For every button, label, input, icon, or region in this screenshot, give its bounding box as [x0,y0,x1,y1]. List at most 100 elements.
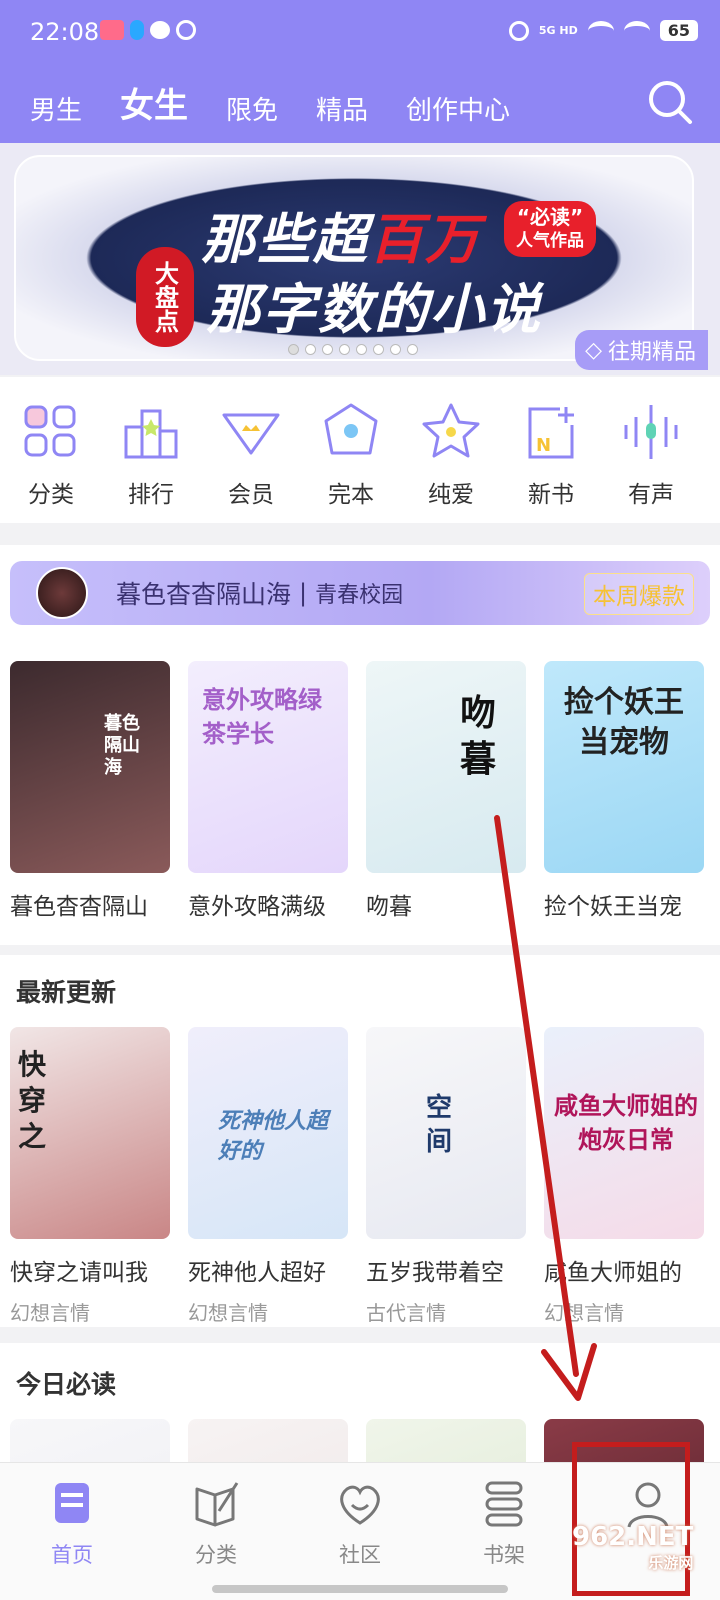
book-title: 吻暮 [366,894,412,920]
shortcut-pure-love[interactable]: 纯爱 [402,401,500,523]
past-picks-button[interactable]: ◇ 往期精品 [575,330,708,370]
banner-headline-2: 那字数的小说 [206,278,542,341]
shortcut-audio[interactable]: 有声 [602,401,700,523]
new-book-icon: N [528,407,574,459]
tab-community[interactable]: 社区 [288,1463,432,1600]
bookshelf-icon [485,1481,523,1527]
book-card[interactable]: 空间 五岁我带着空 古代言情 [366,1027,526,1326]
message-icon [150,21,170,39]
weekly-hot-banner[interactable]: 暮色杳杳隔山海 | 青春校园 本周爆款 [10,561,710,625]
weekly-hot-section: 暮色杳杳隔山海 | 青春校园 本周爆款 暮色隔山海 暮色杳杳隔山 意外攻略绿茶学… [0,545,720,945]
header: 22:08 5G HD 65 男生 女生 限免 精品 创作中心 [0,0,720,143]
book-cover[interactable]: 吻暮 [366,661,526,873]
shortcut-new-books[interactable]: N 新书 [502,401,600,523]
tab-category[interactable]: 分类 [144,1463,288,1600]
promo-banner[interactable]: 大盘点 那些超百万 那字数的小说 “必读” 人气作品 ◇ 往期精品 [0,143,720,375]
wifi-icon [623,20,650,41]
tab-home[interactable]: 首页 [0,1463,144,1600]
latest-books-row: 快穿之 快穿之请叫我 幻想言情 死神他人超好的 死神他人超好 幻想言情 空间 五… [10,1027,704,1326]
banner-pagination [288,344,418,355]
shortcut-ranking[interactable]: 排行 [102,401,200,523]
banner-tag: “必读” 人气作品 [504,201,596,257]
book-card[interactable]: 死神他人超好的 死神他人超好 幻想言情 [188,1027,348,1326]
battery-icon: 65 [659,20,698,41]
star-icon [422,403,480,458]
status-bar: 22:08 5G HD 65 [0,0,720,66]
book-title: 咸鱼大师姐的 [544,1260,682,1286]
book-card[interactable]: 捡个妖王当宠物 捡个妖王当宠 [544,661,704,921]
book-cover[interactable]: 咸鱼大师姐的炮灰日常 [544,1027,704,1239]
book-cover[interactable]: 快穿之 [10,1027,170,1239]
section-title: 今日必读 [16,1370,117,1399]
book-card[interactable]: 意外攻略绿茶学长 意外攻略满级 [188,661,348,921]
top-nav: 男生 女生 限免 精品 创作中心 [30,78,510,127]
category-shortcuts: 分类 排行 会员 完本 纯爱 N 新书 有声 [0,377,720,523]
tab-boys[interactable]: 男生 [30,90,82,127]
search-icon[interactable] [646,78,694,126]
book-card[interactable]: 吻暮 吻暮 [366,661,526,921]
category-icon [195,1482,239,1527]
home-indicator[interactable] [212,1585,508,1593]
pagination-dot [407,344,418,355]
pagination-dot [373,344,384,355]
ranking-icon [124,409,178,459]
shortcut-category[interactable]: 分类 [2,401,100,523]
book-title: 快穿之请叫我 [10,1260,148,1286]
vip-icon [222,413,280,455]
hot-books-row: 暮色隔山海 暮色杳杳隔山 意外攻略绿茶学长 意外攻略满级 吻暮 吻暮 捡个妖王当… [10,661,704,921]
shortcut-finished[interactable]: 完本 [302,401,400,523]
pagination-dot [305,344,316,355]
hot-book-genre: 青春校园 [315,583,404,608]
pagination-dot [322,344,333,355]
alarm-icon [176,20,196,40]
book-cover[interactable]: 意外攻略绿茶学长 [188,661,348,873]
book-cover[interactable]: 捡个妖王当宠物 [544,661,704,873]
alarm-status-icon [508,20,529,41]
signal-icon [587,20,614,41]
pagination-dot [390,344,401,355]
book-title: 死神他人超好 [188,1260,326,1286]
community-icon [340,1485,380,1525]
hot-book-title: 暮色杳杳隔山海 [116,580,292,609]
home-icon [55,1483,89,1523]
book-cover[interactable]: 空间 [366,1027,526,1239]
finished-icon [324,403,378,455]
weekly-hot-badge: 本周爆款 [584,573,694,615]
book-thumbnail [36,567,88,619]
pagination-dot [356,344,367,355]
book-cover[interactable]: 死神他人超好的 [188,1027,348,1239]
tab-bookshelf[interactable]: 书架 [432,1463,576,1600]
book-genre: 幻想言情 [10,1301,90,1325]
status-time: 22:08 [30,18,100,46]
book-genre: 幻想言情 [544,1301,624,1325]
book-card[interactable]: 快穿之 快穿之请叫我 幻想言情 [10,1027,170,1326]
watermark-logo: 962.NET 乐游网 [572,1522,694,1572]
book-cover[interactable]: 暮色隔山海 [10,661,170,873]
audio-icon [624,405,678,459]
banner-headline-1: 那些超百万 [201,208,481,271]
network-label: 5G HD [538,24,578,37]
book-title: 捡个妖王当宠 [544,894,682,920]
shortcut-vip[interactable]: 会员 [202,401,300,523]
book-genre: 古代言情 [366,1301,446,1325]
book-title: 意外攻略满级 [188,894,326,920]
svg-text:N: N [536,435,551,456]
book-genre: 幻想言情 [188,1301,268,1325]
book-title: 五岁我带着空 [366,1260,504,1286]
pagination-dot [339,344,350,355]
tab-free[interactable]: 限免 [226,90,278,127]
tab-girls[interactable]: 女生 [120,78,188,127]
app-notification-icon [100,20,124,40]
book-card[interactable]: 暮色隔山海 暮色杳杳隔山 [10,661,170,921]
banner-seal: 大盘点 [136,247,194,347]
book-title: 暮色杳杳隔山 [10,894,148,920]
diamond-icon: ◇ [585,337,602,363]
grid-icon [24,405,76,457]
latest-updates-section: 最新更新 快穿之 快穿之请叫我 幻想言情 死神他人超好的 死神他人超好 幻想言情… [0,955,720,1327]
pagination-dot [288,344,299,355]
notification-icon [130,20,144,40]
tab-creator-center[interactable]: 创作中心 [406,90,510,127]
section-title: 最新更新 [16,978,117,1007]
tab-premium[interactable]: 精品 [316,90,368,127]
book-card[interactable]: 咸鱼大师姐的炮灰日常 咸鱼大师姐的 幻想言情 [544,1027,704,1326]
